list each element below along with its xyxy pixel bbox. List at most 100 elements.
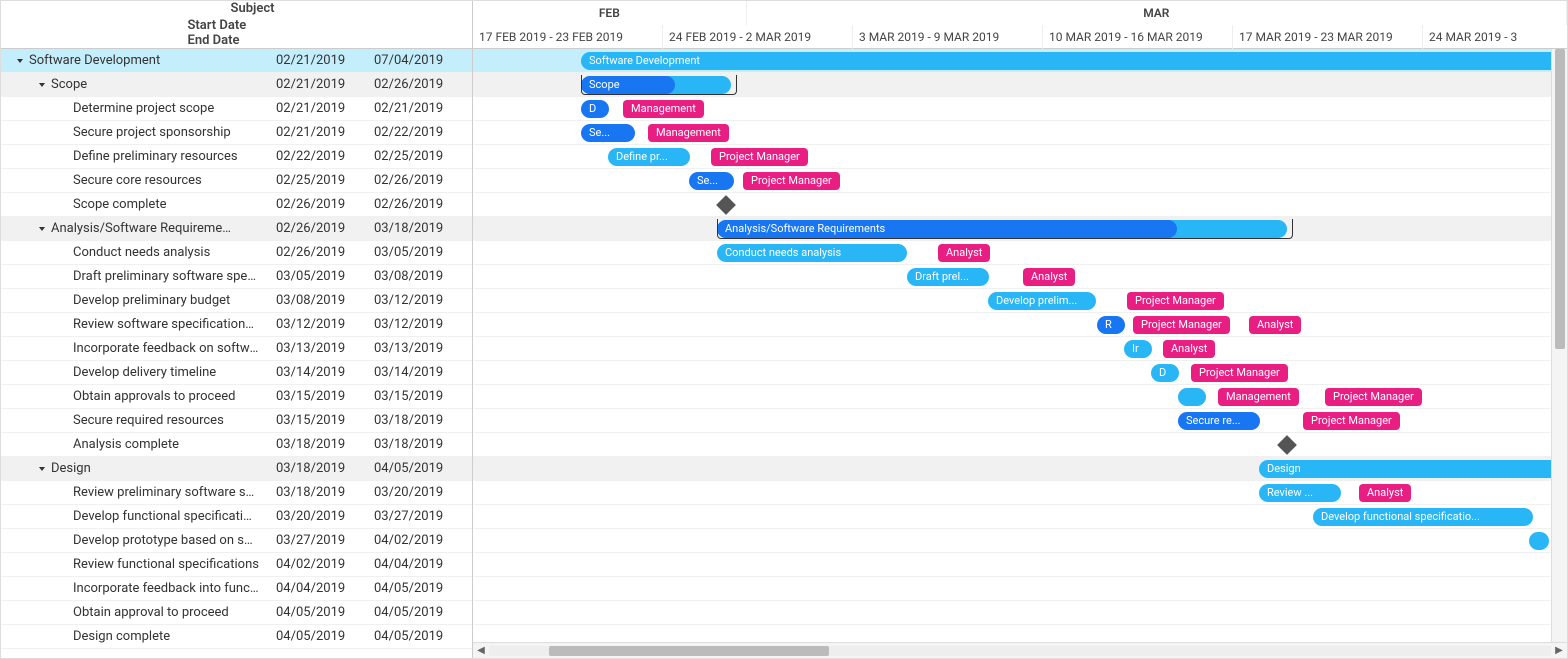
subject-cell: Analysis complete (1, 437, 276, 452)
col-header-end[interactable]: End Date (188, 33, 286, 48)
task-row[interactable]: Design complete04/05/201904/05/2019 (1, 625, 472, 649)
col-header-subject[interactable]: Subject (199, 1, 275, 18)
task-bar[interactable]: D (1151, 364, 1179, 382)
bar-label: Software Development (581, 52, 1561, 70)
task-row[interactable]: Scope complete02/26/201902/26/2019 (1, 193, 472, 217)
start-date: 04/02/2019 (276, 557, 374, 572)
collapse-icon[interactable] (37, 80, 47, 90)
bracket (717, 219, 1293, 239)
task-bar[interactable]: Define pr... (608, 148, 690, 166)
task-row[interactable]: Design03/18/201904/05/2019 (1, 457, 472, 481)
col-header-start[interactable]: Start Date (188, 18, 286, 33)
subject-cell: Conduct needs analysis (1, 245, 276, 260)
task-bar[interactable]: D (581, 100, 609, 118)
task-row[interactable]: Develop functional specifications03/20/2… (1, 505, 472, 529)
scroll-left-icon[interactable]: ◀ (473, 643, 489, 659)
start-date: 02/22/2019 (276, 149, 374, 164)
scroll-thumb[interactable] (549, 646, 829, 656)
task-row[interactable]: Develop preliminary budget03/08/201903/1… (1, 289, 472, 313)
milestone-marker[interactable] (716, 195, 736, 215)
subject-cell: Determine project scope (1, 101, 276, 116)
task-row[interactable]: Obtain approvals to proceed03/15/201903/… (1, 385, 472, 409)
task-row[interactable]: Analysis/Software Requirements02/26/2019… (1, 217, 472, 241)
vscroll-thumb[interactable] (1555, 49, 1565, 349)
start-date: 03/13/2019 (276, 341, 374, 356)
task-row[interactable]: Conduct needs analysis02/26/201903/05/20… (1, 241, 472, 265)
task-bar[interactable]: Review ... (1259, 484, 1341, 502)
month-header: MAR (747, 1, 1567, 25)
task-bar[interactable] (1529, 532, 1549, 550)
task-bar[interactable] (1178, 388, 1206, 406)
subject-cell: Obtain approval to proceed (1, 605, 276, 620)
task-row[interactable]: Define preliminary resources02/22/201902… (1, 145, 472, 169)
task-row[interactable]: Review software specifications/budget03/… (1, 313, 472, 337)
collapse-icon[interactable] (37, 224, 47, 234)
task-row[interactable]: Secure core resources02/25/201902/26/201… (1, 169, 472, 193)
start-date: 04/05/2019 (276, 605, 374, 620)
subject-cell: Design complete (1, 629, 276, 644)
end-date: 04/04/2019 (374, 557, 472, 572)
task-bar[interactable]: Conduct needs analysis (717, 244, 907, 262)
task-row[interactable]: Review preliminary software specificatio… (1, 481, 472, 505)
horizontal-scrollbar[interactable]: ◀ ▶ (473, 642, 1567, 658)
task-row[interactable]: Develop delivery timeline03/14/201903/14… (1, 361, 472, 385)
end-date: 03/12/2019 (374, 317, 472, 332)
task-row[interactable]: Develop prototype based on specs03/27/20… (1, 529, 472, 553)
task-bar[interactable]: Se... (689, 172, 734, 190)
subject-text: Scope (51, 77, 87, 92)
task-bar[interactable]: Develop prelim... (988, 292, 1096, 310)
task-row[interactable]: Draft preliminary software specification… (1, 265, 472, 289)
timeline-row: Design (473, 457, 1567, 481)
end-date: 02/26/2019 (374, 173, 472, 188)
task-bar[interactable]: Develop functional specificatio... (1313, 508, 1533, 526)
vertical-scrollbar[interactable] (1551, 49, 1567, 642)
start-date: 02/21/2019 (276, 53, 374, 68)
task-row[interactable]: Determine project scope02/21/201902/21/2… (1, 97, 472, 121)
subject-cell: Scope complete (1, 197, 276, 212)
resource-tag: Project Manager (1133, 316, 1230, 334)
end-date: 03/20/2019 (374, 485, 472, 500)
end-date: 03/14/2019 (374, 365, 472, 380)
start-date: 03/18/2019 (276, 461, 374, 476)
resource-tag: Project Manager (743, 172, 840, 190)
task-row[interactable]: Incorporate feedback on software 03/13/20… (1, 337, 472, 361)
timeline-body[interactable]: Software DevelopmentScopeDManagementSe..… (473, 49, 1567, 642)
timeline-row: Software Development (473, 49, 1567, 73)
task-row[interactable]: Software Development02/21/201907/04/2019 (1, 49, 472, 73)
subject-cell: Secure required resources (1, 413, 276, 428)
subject-text: Incorporate feedback on software (73, 341, 259, 356)
task-row[interactable]: Analysis complete03/18/201903/18/2019 (1, 433, 472, 457)
task-bar[interactable]: Draft prel... (907, 268, 989, 286)
gantt-chart: Subject Start Date End Date Software Dev… (0, 0, 1568, 659)
task-row[interactable]: Obtain approval to proceed04/05/201904/0… (1, 601, 472, 625)
milestone-marker[interactable] (1277, 435, 1297, 455)
task-row[interactable]: Incorporate feedback into functional04/0… (1, 577, 472, 601)
collapse-icon[interactable] (37, 464, 47, 474)
timeline-row: Se... Project Manager (473, 169, 1567, 193)
start-date: 03/18/2019 (276, 437, 374, 452)
task-row[interactable]: Scope02/21/201902/26/2019 (1, 73, 472, 97)
week-header: 10 MAR 2019 - 16 MAR 2019 (1043, 25, 1233, 49)
subject-text: Develop preliminary budget (73, 293, 230, 308)
end-date: 03/18/2019 (374, 221, 472, 236)
collapse-icon[interactable] (15, 56, 25, 66)
resource-tag: Project Manager (1191, 364, 1288, 382)
scroll-track[interactable] (489, 646, 1551, 656)
task-bar[interactable]: Secure re... (1178, 412, 1260, 430)
scroll-right-icon[interactable]: ▶ (1551, 643, 1567, 659)
timeline-row (473, 529, 1567, 553)
task-row[interactable]: Review functional specifications04/02/20… (1, 553, 472, 577)
task-bar[interactable]: Ir (1124, 340, 1152, 358)
task-bar[interactable]: Se... (581, 124, 635, 142)
task-bar[interactable]: R (1097, 316, 1125, 334)
start-date: 03/05/2019 (276, 269, 374, 284)
task-row[interactable]: Secure project sponsorship02/21/201902/2… (1, 121, 472, 145)
subject-text: Design (51, 461, 91, 476)
task-row[interactable]: Secure required resources03/15/201903/18… (1, 409, 472, 433)
timeline-row: RProject ManagerAnalyst (473, 313, 1567, 337)
timeline-row (473, 433, 1567, 457)
resource-tag: Analyst (938, 244, 990, 262)
start-date: 03/18/2019 (276, 485, 374, 500)
end-date: 02/26/2019 (374, 197, 472, 212)
week-header: 17 MAR 2019 - 23 MAR 2019 (1233, 25, 1423, 49)
